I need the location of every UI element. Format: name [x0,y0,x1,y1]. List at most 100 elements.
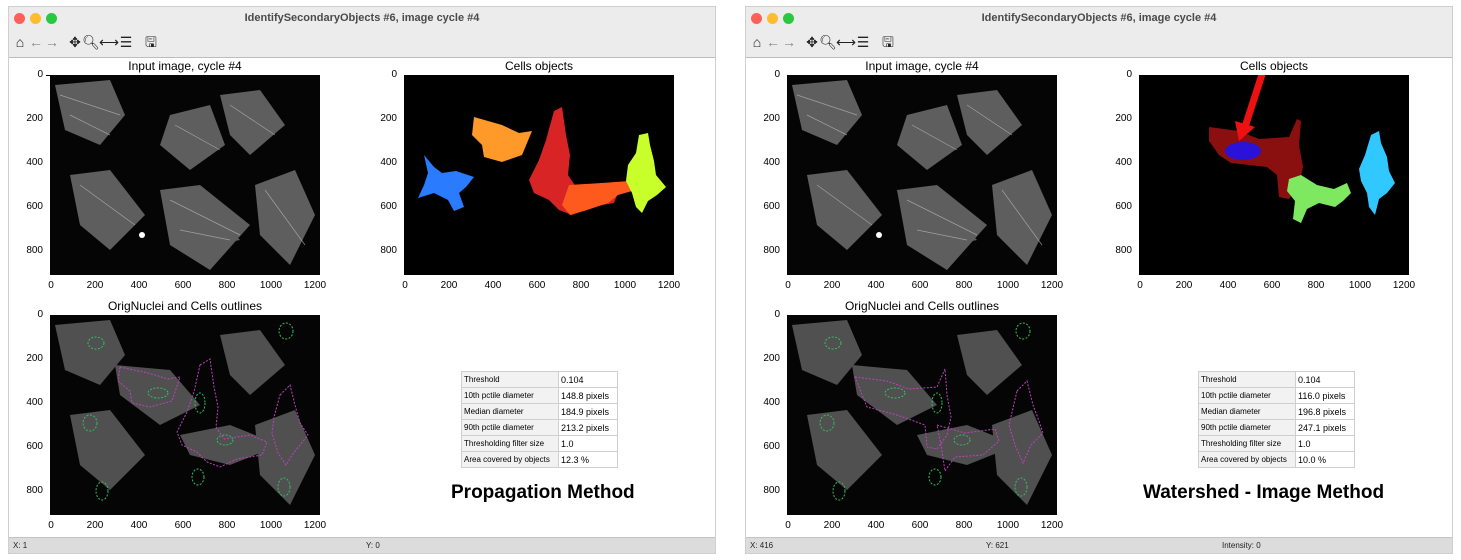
status-bar: X: 416 Y: 621 Intensity: 0 [746,537,1452,553]
subplots-icon[interactable]: ⟷ [836,33,856,51]
y-tick-label: 800 [26,245,43,256]
status-y: Y: 0 [366,541,380,550]
x-tick-label: 1000 [1348,280,1372,291]
forward-arrow-icon[interactable]: → [780,33,798,51]
outlines-image[interactable] [50,315,320,515]
y-tick-label: 400 [763,397,780,408]
table-row: Threshold 0.104 [461,371,618,388]
x-tick-label: 400 [867,280,885,291]
window-title: IdentifySecondaryObjects #6, image cycle… [981,12,1217,24]
panel-title-outlines: OrigNuclei and Cells outlines [844,299,1000,313]
configure-icon[interactable]: ☰ [117,33,135,51]
cells-objects-image[interactable] [404,75,674,275]
figure-canvas[interactable]: Input image, cycle #4 0 200 400 600 800 … [9,58,715,539]
measurements-table: Threshold 0.104 10th pctile diameter 116.0… [1198,371,1355,468]
forward-arrow-icon[interactable]: → [43,33,61,51]
measurement-label: Median diameter [1198,403,1296,420]
method-label: Watershed - Image Method [1143,482,1385,503]
title-bar[interactable]: IdentifySecondaryObjects #6, image cycle… [9,7,715,30]
measurement-label: 90th pctile diameter [1198,419,1296,436]
measurement-value: 116.0 pixels [1295,387,1355,404]
measurement-value: 148.8 pixels [558,387,618,404]
y-tick-label: 200 [380,113,397,124]
measurement-value: 247.1 pixels [1295,419,1355,436]
x-tick-label: 1000 [996,280,1020,291]
x-tick-label: 800 [218,520,236,531]
measurement-label: Area covered by objects [461,451,559,468]
input-image[interactable] [787,75,1057,275]
x-tick-label: 200 [823,520,841,531]
y-tick-label: 800 [1115,245,1132,256]
input-image[interactable] [50,75,320,275]
x-tick-label: 800 [218,280,236,291]
configure-icon[interactable]: ☰ [854,33,872,51]
x-tick-label: 800 [572,280,590,291]
measurement-label: Thresholding filter size [1198,435,1296,452]
measurement-value: 0.104 [558,371,618,388]
save-icon[interactable]: 🖫 [879,33,897,51]
y-tick-label: 800 [763,485,780,496]
measurement-label: 90th pctile diameter [461,419,559,436]
y-tick-label: 200 [26,113,43,124]
status-y: Y: 621 [986,541,1009,550]
table-row: Median diameter 184.9 pixels [461,403,618,420]
y-tick-label: 800 [26,485,43,496]
measurement-label: Threshold [1198,371,1296,388]
y-tick-mark [46,75,50,76]
x-tick-label: 1000 [613,280,637,291]
table-row: Thresholding filter size 1.0 [1198,435,1355,452]
table-row: Threshold 0.104 [1198,371,1355,388]
x-tick-label: 600 [911,520,929,531]
y-tick-label: 200 [763,353,780,364]
y-tick-label: 200 [26,353,43,364]
table-row: Thresholding filter size 1.0 [461,435,618,452]
y-tick-label: 600 [26,201,43,212]
y-tick-label: 0 [37,69,43,80]
status-x: X: 416 [750,541,774,550]
y-tick-label: 800 [380,245,397,256]
x-tick-label: 0 [402,280,408,291]
cells-objects-image[interactable] [1139,75,1409,275]
measurement-label: 10th pctile diameter [461,387,559,404]
measurement-value: 0.104 [1295,371,1355,388]
panel-title-cells: Cells objects [504,59,574,73]
method-label: Propagation Method [451,482,635,503]
measurement-value: 1.0 [558,435,618,452]
x-tick-label: 200 [86,520,104,531]
x-tick-label: 1200 [1392,280,1416,291]
figure-canvas[interactable]: Input image, cycle #4 0 200 400 600 800 … [746,58,1452,539]
save-icon[interactable]: 🖫 [142,33,160,51]
x-tick-label: 400 [1219,280,1237,291]
table-row: 10th pctile diameter 148.8 pixels [461,387,618,404]
measurement-label: Threshold [461,371,559,388]
measurements-table: Threshold 0.104 10th pctile diameter 148.8… [461,371,618,468]
x-tick-label: 200 [440,280,458,291]
subplots-icon[interactable]: ⟷ [99,33,119,51]
figure-window-watershed: IdentifySecondaryObjects #6, image cycle… [745,6,1453,554]
y-tick-label: 600 [763,441,780,452]
y-tick-label: 400 [26,397,43,408]
measurement-label: Area covered by objects [1198,451,1296,468]
status-bar: X: 1 Y: 0 [9,537,715,553]
y-tick-label: 200 [1115,113,1132,124]
navigation-toolbar: ⌂ ← → ✥ 🔍︎ ⟷ ☰ 🖫 [9,29,715,58]
title-bar[interactable]: IdentifySecondaryObjects #6, image cycle… [746,7,1452,30]
zoom-icon[interactable]: 🔍︎ [819,33,837,51]
x-tick-label: 1000 [259,520,283,531]
measurement-value: 196.8 pixels [1295,403,1355,420]
x-tick-label: 1200 [1040,280,1064,291]
zoom-icon[interactable]: 🔍︎ [82,33,100,51]
navigation-toolbar: ⌂ ← → ✥ 🔍︎ ⟷ ☰ 🖫 [746,29,1452,58]
x-tick-label: 200 [1175,280,1193,291]
measurement-value: 10.0 % [1295,451,1355,468]
table-row: Area covered by objects 12.3 % [461,451,618,468]
x-tick-label: 1000 [996,520,1020,531]
outlines-image[interactable] [787,315,1057,515]
y-tick-label: 400 [763,157,780,168]
y-tick-label: 400 [380,157,397,168]
x-tick-label: 1200 [657,280,681,291]
y-tick-label: 400 [1115,157,1132,168]
table-row: Area covered by objects 10.0 % [1198,451,1355,468]
x-tick-label: 600 [911,280,929,291]
table-row: 90th pctile diameter 213.2 pixels [461,419,618,436]
